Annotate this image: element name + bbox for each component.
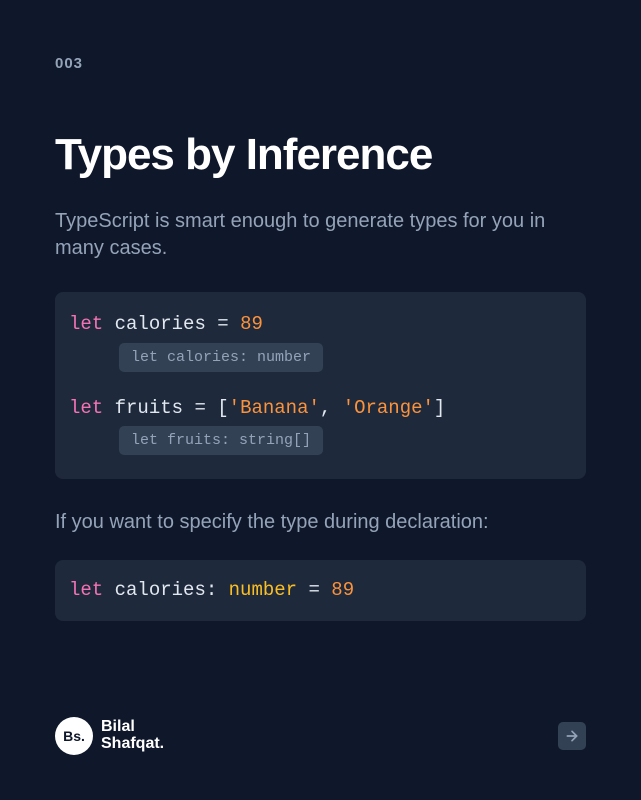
operator-equals: = [308,579,319,601]
brand-badge: Bs. [55,717,93,755]
variable-name: calories [115,313,206,335]
code-line: let calories: number = 89 [69,576,572,605]
intro-text: TypeScript is smart enough to generate t… [55,208,586,262]
brand-line1: Bilal [101,719,164,736]
arrow-right-icon [564,728,580,744]
operator-equals: = [217,313,228,335]
code-block-inference: let calories = 89 let calories: number l… [55,292,586,479]
keyword-let: let [69,397,103,419]
string-literal: 'Banana' [229,397,320,419]
page-number: 003 [55,55,586,72]
bracket-open: [ [217,397,228,419]
brand-logo: Bs. Bilal Shafqat [55,717,164,755]
type-hint-tooltip: let fruits: string[] [119,426,323,455]
brand-name: Bilal Shafqat [101,719,164,753]
brand-line2: Shafqat [101,736,164,753]
code-line: let fruits = ['Banana', 'Orange'] [69,394,572,423]
type-hint-tooltip: let calories: number [119,343,323,372]
subtext: If you want to specify the type during d… [55,511,586,534]
number-literal: 89 [240,313,263,335]
keyword-let: let [69,579,103,601]
keyword-let: let [69,313,103,335]
footer: Bs. Bilal Shafqat [55,717,586,755]
string-literal: 'Orange' [343,397,434,419]
variable-name: calories [115,579,206,601]
type-annotation: number [229,579,297,601]
code-line: let calories = 89 [69,310,572,339]
operator-equals: = [194,397,205,419]
variable-name: fruits [115,397,183,419]
number-literal: 89 [331,579,354,601]
comma: , [320,397,331,419]
code-block-explicit: let calories: number = 89 [55,560,586,621]
colon: : [206,579,217,601]
page-title: Types by Inference [55,130,586,180]
next-button[interactable] [558,722,586,750]
bracket-close: ] [434,397,445,419]
